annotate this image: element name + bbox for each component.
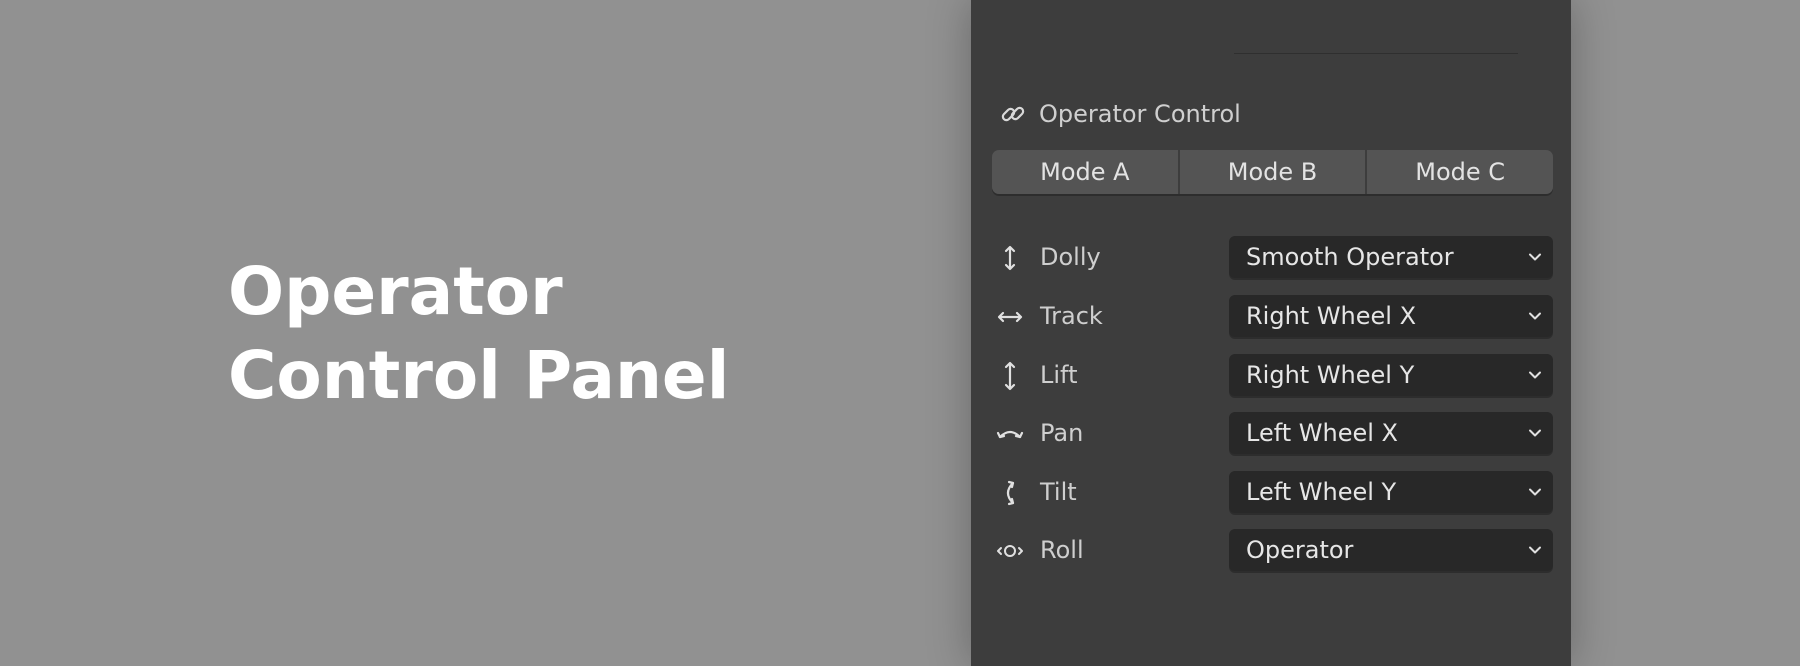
axis-mapping-dropdown[interactable]: Left Wheel X <box>1229 412 1553 454</box>
link-icon <box>999 100 1027 128</box>
axis-row-track: Track Right Wheel X <box>992 295 1553 338</box>
vertical-arrow-icon <box>992 354 1028 397</box>
dropdown-value: Smooth Operator <box>1246 243 1454 271</box>
vertical-arrow-icon <box>992 236 1028 279</box>
mode-c-button[interactable]: Mode C <box>1367 150 1553 194</box>
section-title: Operator Control <box>1039 100 1241 128</box>
axis-mapping-dropdown[interactable]: Right Wheel X <box>1229 295 1553 337</box>
axis-label: Pan <box>1040 419 1084 447</box>
operator-control-panel: Operator Control Mode A Mode B Mode C Do… <box>971 0 1571 666</box>
axis-mapping-dropdown[interactable]: Left Wheel Y <box>1229 471 1553 513</box>
axis-mapping-dropdown[interactable]: Right Wheel Y <box>1229 354 1553 396</box>
axis-label: Roll <box>1040 536 1084 564</box>
hero-title-line-1: Operator <box>228 253 563 330</box>
chevron-down-icon <box>1529 429 1541 437</box>
hero-title-line-2: Control Panel <box>228 337 730 414</box>
chevron-down-icon <box>1529 312 1541 320</box>
panel-divider <box>1234 53 1518 54</box>
axis-label: Lift <box>1040 361 1078 389</box>
axis-row-tilt: Tilt Left Wheel Y <box>992 471 1553 514</box>
mode-a-button[interactable]: Mode A <box>992 150 1180 194</box>
tilt-arc-arrow-icon <box>992 471 1028 514</box>
axis-mapping-dropdown[interactable]: Operator <box>1229 529 1553 571</box>
chevron-down-icon <box>1529 546 1541 554</box>
chevron-down-icon <box>1529 488 1541 496</box>
mode-selector: Mode A Mode B Mode C <box>992 150 1553 194</box>
mode-b-button[interactable]: Mode B <box>1179 150 1368 194</box>
chevron-down-icon <box>1529 371 1541 379</box>
axis-label: Dolly <box>1040 243 1101 271</box>
axis-label: Tilt <box>1040 478 1077 506</box>
dropdown-value: Left Wheel X <box>1246 419 1398 447</box>
horizontal-arrow-icon <box>992 295 1028 338</box>
axis-row-pan: Pan Left Wheel X <box>992 412 1553 455</box>
section-header: Operator Control <box>999 97 1241 131</box>
hero-title: Operator Control Panel <box>228 250 729 418</box>
axis-row-lift: Lift Right Wheel Y <box>992 354 1553 397</box>
chevron-down-icon <box>1529 253 1541 261</box>
axis-row-dolly: Dolly Smooth Operator <box>992 236 1553 279</box>
dropdown-value: Right Wheel X <box>1246 302 1417 330</box>
roll-arrows-icon <box>992 529 1028 572</box>
axis-label: Track <box>1040 302 1103 330</box>
pan-arc-arrow-icon <box>992 412 1028 455</box>
axis-mapping-dropdown[interactable]: Smooth Operator <box>1229 236 1553 278</box>
axis-row-roll: Roll Operator <box>992 529 1553 572</box>
dropdown-value: Right Wheel Y <box>1246 361 1415 389</box>
dropdown-value: Left Wheel Y <box>1246 478 1397 506</box>
dropdown-value: Operator <box>1246 536 1354 564</box>
